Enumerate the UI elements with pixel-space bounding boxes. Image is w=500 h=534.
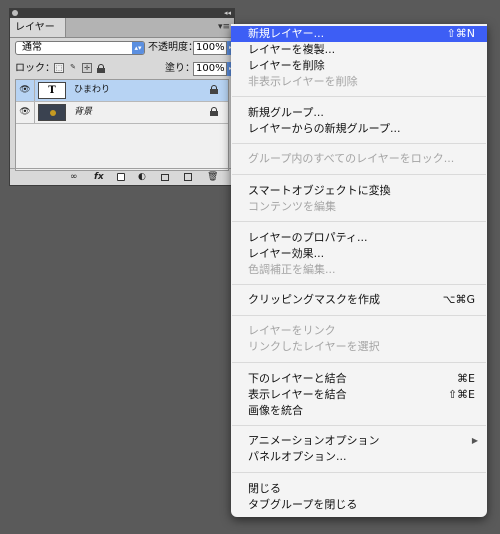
panel-title-bar[interactable]: ◂◂ (10, 9, 234, 18)
menu-separator (232, 315, 486, 316)
new-layer-icon[interactable] (184, 173, 192, 181)
link-icon[interactable]: ∞ (70, 171, 78, 183)
menu-item-shortcut: ⇧⌘N (446, 27, 475, 40)
menu-separator (232, 96, 486, 97)
layer-row-himawari[interactable]: 👁 T ひまわり (16, 80, 228, 102)
tab-strip: レイヤー ▾≡ (10, 18, 234, 38)
close-panel-icon[interactable] (12, 10, 18, 16)
fill-field[interactable]: 100% (193, 62, 227, 76)
menu-item-shortcut: ⌥⌘G (442, 293, 475, 306)
layer-name: ひまわり (74, 85, 111, 95)
mask-icon[interactable] (117, 173, 125, 181)
menu-item-edit-adjustment: 色調補正を編集... (248, 263, 336, 276)
panel-menu-icon[interactable]: ▾≡ (218, 22, 230, 32)
adjustment-icon[interactable]: ◐ (138, 171, 146, 183)
menu-separator (232, 174, 486, 175)
layer-lock-icon (210, 107, 218, 116)
opacity-field[interactable]: 100% (193, 41, 227, 55)
lock-fill-row: ロック： ⬚ ✎ ✛ 塗り： 100% ▸ (10, 61, 234, 78)
lock-transparency-icon[interactable]: ⬚ (54, 63, 64, 73)
blend-mode-value: 通常 (22, 42, 42, 53)
image-layer-thumbnail (38, 104, 66, 121)
layers-context-menu: 新規レイヤー... ⇧⌘N レイヤーを複製... レイヤーを削除 非表示レイヤー… (231, 24, 487, 517)
opacity-label: 不透明度： (148, 42, 198, 53)
layer-name: 背景 (74, 107, 93, 117)
menu-item-label: アニメーションオプション (248, 434, 380, 447)
menu-item-edit-contents: コンテンツを編集 (248, 200, 336, 213)
menu-separator (232, 425, 486, 426)
panel-bottom-bar: ∞ fx ◐ 🗑 (10, 168, 234, 185)
menu-item-layer-effects[interactable]: レイヤー効果... (231, 246, 487, 262)
tab-layers[interactable]: レイヤー (10, 18, 66, 37)
menu-item-select-linked-layers: リンクしたレイヤーを選択 (248, 340, 380, 353)
menu-separator (232, 221, 486, 222)
lock-label: ロック： (15, 63, 55, 74)
menu-item-animation-options[interactable]: アニメーションオプション ▶ (231, 433, 487, 449)
text-layer-thumbnail: T (38, 82, 66, 99)
menu-item-shortcut: ⌘E (457, 372, 475, 385)
menu-item-shortcut: ⇧⌘E (447, 388, 475, 401)
folder-icon[interactable] (161, 174, 169, 181)
menu-item-new-group-from-layers[interactable]: レイヤーからの新規グループ... (231, 121, 487, 137)
menu-item-create-clipping-mask[interactable]: クリッピングマスクを作成 ⌥⌘G (231, 292, 487, 308)
menu-item-merge-down[interactable]: 下のレイヤーと結合 ⌘E (231, 371, 487, 387)
menu-separator (232, 284, 486, 285)
menu-item-close-tab-group[interactable]: タブグループを閉じる (231, 497, 487, 513)
lock-pixels-icon[interactable]: ✎ (68, 63, 78, 73)
menu-item-label: クリッピングマスクを作成 (248, 293, 380, 306)
blend-opacity-row: 通常 ▴▾ 不透明度： 100% ▸ (10, 41, 234, 58)
select-arrows-icon: ▴▾ (132, 42, 144, 54)
lock-all-icon[interactable] (97, 64, 105, 73)
menu-item-delete-layer[interactable]: レイヤーを削除 (231, 58, 487, 74)
menu-item-flatten-image[interactable]: 画像を統合 (231, 403, 487, 419)
layer-list: 👁 T ひまわり 👁 背景 (15, 79, 229, 171)
menu-item-panel-options[interactable]: パネルオプション... (231, 449, 487, 465)
menu-item-layer-properties[interactable]: レイヤーのプロパティ... (231, 230, 487, 246)
menu-item-close[interactable]: 閉じる (231, 481, 487, 497)
collapse-icon[interactable]: ◂◂ (224, 9, 231, 18)
menu-item-new-layer[interactable]: 新規レイヤー... ⇧⌘N (231, 26, 487, 42)
menu-item-link-layers: レイヤーをリンク (248, 324, 336, 337)
menu-item-duplicate-layer[interactable]: レイヤーを複製... (231, 42, 487, 58)
layer-lock-icon (210, 85, 218, 94)
trash-icon[interactable]: 🗑 (207, 171, 218, 183)
layer-row-background[interactable]: 👁 背景 (16, 102, 228, 124)
menu-item-lock-all-layers-in-group: グループ内のすべてのレイヤーをロック... (248, 152, 455, 165)
menu-item-delete-hidden-layers: 非表示レイヤーを削除 (248, 75, 358, 88)
eye-icon[interactable]: 👁 (16, 102, 35, 123)
menu-item-new-group[interactable]: 新規グループ... (231, 105, 487, 121)
menu-item-convert-to-smart-object[interactable]: スマートオブジェクトに変換 (231, 183, 487, 199)
menu-item-label: 表示レイヤーを結合 (248, 388, 347, 401)
menu-separator (232, 362, 486, 363)
menu-separator (232, 472, 486, 473)
lock-position-icon[interactable]: ✛ (82, 63, 92, 73)
menu-item-label: 新規レイヤー... (248, 27, 325, 40)
submenu-arrow-icon: ▶ (471, 436, 478, 445)
blend-mode-select[interactable]: 通常 ▴▾ (15, 41, 145, 55)
layers-panel: ◂◂ レイヤー ▾≡ 通常 ▴▾ 不透明度： 100% ▸ ロック： ⬚ ✎ ✛… (9, 8, 235, 186)
fill-label: 塗り： (165, 63, 195, 74)
menu-item-merge-visible[interactable]: 表示レイヤーを結合 ⇧⌘E (231, 387, 487, 403)
fx-icon[interactable]: fx (94, 171, 104, 183)
menu-item-label: 下のレイヤーと結合 (248, 372, 347, 385)
menu-separator (232, 143, 486, 144)
eye-icon[interactable]: 👁 (16, 80, 35, 101)
